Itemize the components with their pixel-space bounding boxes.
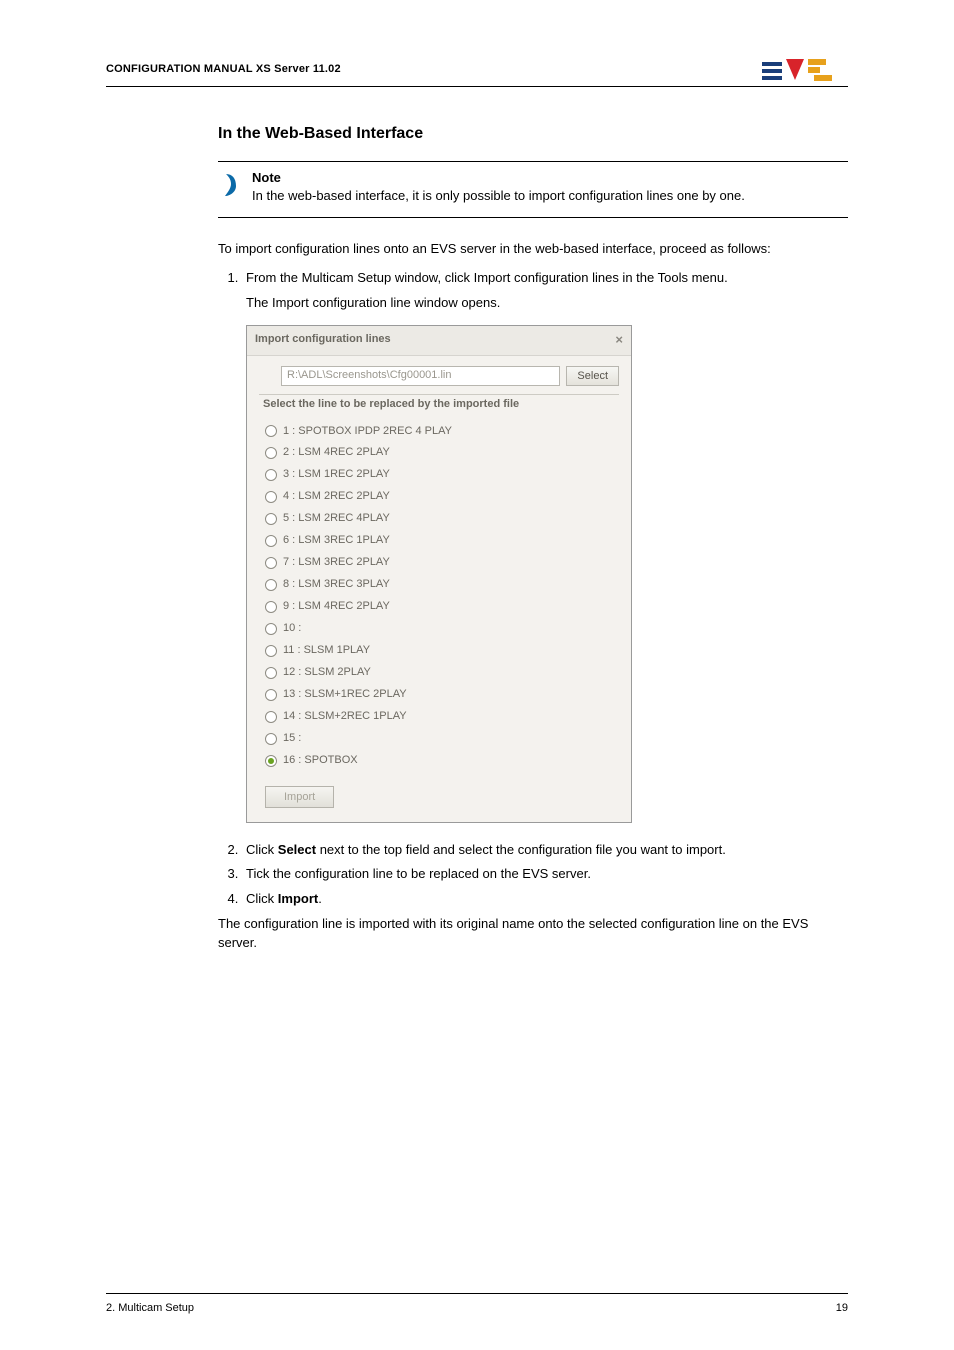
config-line-label: 15 : (283, 731, 301, 747)
note-icon (218, 170, 244, 205)
step-1-sub: The Import configuration line window ope… (246, 294, 848, 313)
steps-list: From the Multicam Setup window, click Im… (218, 269, 848, 909)
radio-icon[interactable] (265, 755, 277, 767)
radio-icon[interactable] (265, 733, 277, 745)
step-text: Click (246, 891, 278, 906)
import-dialog: Import configuration lines × R:\ADL\Scre… (246, 325, 632, 823)
radio-icon[interactable] (265, 579, 277, 591)
config-line-label: 9 : LSM 4REC 2PLAY (283, 599, 390, 615)
radio-icon[interactable] (265, 623, 277, 635)
step-4: Click Import. (242, 890, 848, 909)
config-line-radio[interactable]: 11 : SLSM 1PLAY (265, 640, 619, 662)
fieldset-legend: Select the line to be replaced by the im… (259, 397, 619, 413)
file-path-input[interactable]: R:\ADL\Screenshots\Cfg00001.lin (281, 366, 560, 386)
note-box: Note In the web-based interface, it is o… (218, 161, 848, 218)
config-line-label: 10 : (283, 621, 301, 637)
config-line-radio[interactable]: 14 : SLSM+2REC 1PLAY (265, 706, 619, 728)
radio-icon[interactable] (265, 491, 277, 503)
config-line-label: 14 : SLSM+2REC 1PLAY (283, 709, 407, 725)
config-line-radio[interactable]: 10 : (265, 618, 619, 640)
config-line-label: 3 : LSM 1REC 2PLAY (283, 467, 390, 483)
step-text: . (318, 891, 322, 906)
evs-logo (762, 56, 848, 82)
step-text: next to the top field and select the con… (316, 842, 726, 857)
config-line-radio[interactable]: 6 : LSM 3REC 1PLAY (265, 530, 619, 552)
radio-icon[interactable] (265, 425, 277, 437)
config-line-radio[interactable]: 2 : LSM 4REC 2PLAY (265, 442, 619, 464)
config-line-label: 7 : LSM 3REC 2PLAY (283, 555, 390, 571)
radio-icon[interactable] (265, 689, 277, 701)
config-line-radio[interactable]: 16 : SPOTBOX (265, 750, 619, 772)
radio-icon[interactable] (265, 513, 277, 525)
config-line-radio[interactable]: 7 : LSM 3REC 2PLAY (265, 552, 619, 574)
footer-left: 2. Multicam Setup (106, 1302, 194, 1314)
page-footer: 2. Multicam Setup 19 (106, 1293, 848, 1314)
select-keyword: Select (278, 842, 316, 857)
config-line-radio[interactable]: 5 : LSM 2REC 4PLAY (265, 508, 619, 530)
select-button[interactable]: Select (566, 366, 619, 386)
config-line-radio[interactable]: 3 : LSM 1REC 2PLAY (265, 464, 619, 486)
note-title: Note (252, 170, 745, 185)
config-line-radio[interactable]: 8 : LSM 3REC 3PLAY (265, 574, 619, 596)
radio-icon[interactable] (265, 557, 277, 569)
config-line-label: 11 : SLSM 1PLAY (283, 643, 370, 659)
config-line-radio[interactable]: 15 : (265, 728, 619, 750)
intro-paragraph: To import configuration lines onto an EV… (218, 240, 848, 259)
step-2: Click Select next to the top field and s… (242, 841, 848, 860)
dialog-titlebar: Import configuration lines × (247, 326, 631, 356)
step-1: From the Multicam Setup window, click Im… (242, 269, 848, 822)
config-line-radio[interactable]: 4 : LSM 2REC 2PLAY (265, 486, 619, 508)
page-header: CONFIGURATION MANUAL XS Server 11.02 (106, 56, 848, 87)
outro-paragraph: The configuration line is imported with … (218, 915, 848, 953)
config-line-label: 16 : SPOTBOX (283, 753, 358, 769)
radio-icon[interactable] (265, 645, 277, 657)
config-line-label: 2 : LSM 4REC 2PLAY (283, 445, 390, 461)
dialog-title-text: Import configuration lines (255, 332, 391, 348)
import-button[interactable]: Import (265, 786, 334, 808)
config-line-label: 12 : SLSM 2PLAY (283, 665, 371, 681)
config-line-radio[interactable]: 9 : LSM 4REC 2PLAY (265, 596, 619, 618)
step-text: From the Multicam Setup window, click Im… (246, 270, 728, 285)
radio-icon[interactable] (265, 535, 277, 547)
config-line-radio[interactable]: 12 : SLSM 2PLAY (265, 662, 619, 684)
radio-icon[interactable] (265, 667, 277, 679)
step-text: Tick the configuration line to be replac… (246, 866, 591, 881)
config-line-radio[interactable]: 13 : SLSM+1REC 2PLAY (265, 684, 619, 706)
section-heading: In the Web-Based Interface (218, 125, 848, 143)
note-body: In the web-based interface, it is only p… (252, 187, 745, 205)
radio-icon[interactable] (265, 447, 277, 459)
config-line-radio[interactable]: 1 : SPOTBOX IPDP 2REC 4 PLAY (265, 421, 619, 443)
close-icon[interactable]: × (615, 331, 623, 350)
config-line-label: 1 : SPOTBOX IPDP 2REC 4 PLAY (283, 424, 452, 440)
config-line-label: 13 : SLSM+1REC 2PLAY (283, 687, 407, 703)
config-line-label: 4 : LSM 2REC 2PLAY (283, 489, 390, 505)
radio-icon[interactable] (265, 469, 277, 481)
radio-icon[interactable] (265, 601, 277, 613)
step-text: Click (246, 842, 278, 857)
step-3: Tick the configuration line to be replac… (242, 865, 848, 884)
config-line-label: 6 : LSM 3REC 1PLAY (283, 533, 390, 549)
import-keyword: Import (278, 891, 318, 906)
config-line-label: 5 : LSM 2REC 4PLAY (283, 511, 390, 527)
manual-title: CONFIGURATION MANUAL XS Server 11.02 (106, 63, 341, 75)
config-line-label: 8 : LSM 3REC 3PLAY (283, 577, 390, 593)
radio-icon[interactable] (265, 711, 277, 723)
footer-page-number: 19 (836, 1302, 848, 1314)
